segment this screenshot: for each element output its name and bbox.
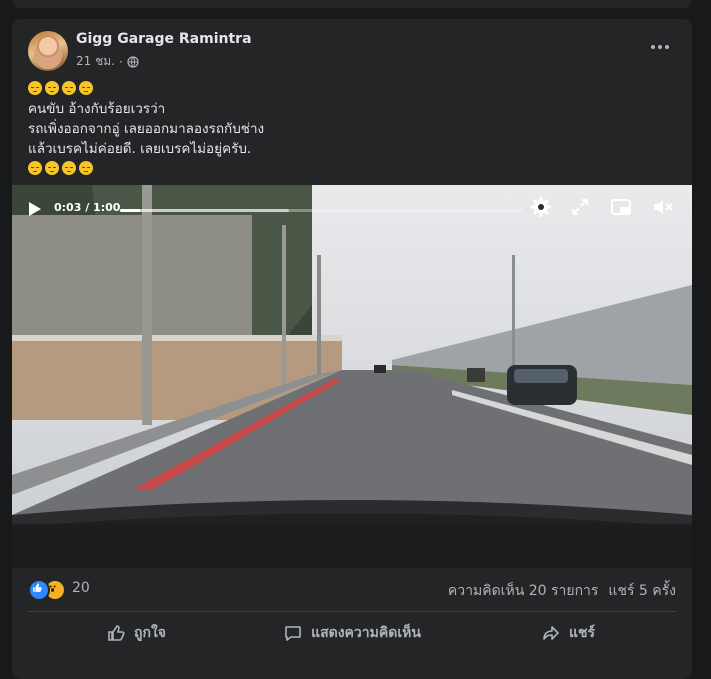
video-time: 0:03 / 1:00 <box>54 201 121 214</box>
picture-in-picture-icon[interactable] <box>610 196 632 218</box>
meta-separator: · <box>118 54 123 69</box>
emoji-row-bottom <box>28 159 264 179</box>
post-time[interactable]: 21 ชม. <box>76 52 115 71</box>
video-frame <box>12 185 692 568</box>
thumbs-up-icon <box>108 625 125 641</box>
share-arrow-icon <box>543 626 559 640</box>
play-icon[interactable] <box>28 201 42 217</box>
sleepy-face-icon <box>79 81 93 95</box>
post-text-line: รถเพิ่งออกจากอู่ เลยออกมาลองรถกับช่าง <box>28 121 265 137</box>
post-meta: 21 ชม. · <box>76 52 139 71</box>
page-name[interactable]: Gigg Garage Ramintra <box>76 31 252 47</box>
comment-label: แสดงความคิดเห็น <box>311 625 421 641</box>
sleepy-face-icon <box>79 161 93 175</box>
comment-button[interactable]: แสดงความคิดเห็น <box>244 615 460 651</box>
post-text-line: แล้วเบรคไม่ค่อยดี. เลยเบรคไม่อยู่ครับ. <box>28 141 252 157</box>
share-button[interactable]: แชร์ <box>460 615 676 651</box>
settings-gear-icon[interactable] <box>530 196 552 218</box>
post-stats: 20 ความคิดเห็น 20 รายการ แชร์ 5 ครั้ง <box>28 577 676 601</box>
share-count[interactable]: แชร์ 5 ครั้ง <box>608 580 676 602</box>
like-reaction-icon[interactable] <box>28 579 50 601</box>
post-text: คนขับ อ้างกับร้อยเวรว่า รถเพิ่งออกจากอู่… <box>28 79 264 179</box>
seek-progress <box>120 209 141 212</box>
seek-buffered <box>120 209 290 212</box>
video-player[interactable]: 0:03 / 1:00 <box>12 185 692 568</box>
fullscreen-icon[interactable] <box>569 196 591 218</box>
sleepy-face-icon <box>28 161 42 175</box>
post-card: Gigg Garage Ramintra 21 ชม. · คนขับ อ้าง… <box>12 19 692 679</box>
more-options-icon[interactable] <box>644 35 676 59</box>
stats-divider <box>28 611 676 612</box>
like-button[interactable]: ถูกใจ <box>28 615 244 651</box>
post-actions: ถูกใจ แสดงความคิดเห็น แชร์ <box>28 615 676 651</box>
sleepy-face-icon <box>28 81 42 95</box>
previous-card-edge <box>12 0 692 8</box>
sleepy-face-icon <box>45 161 59 175</box>
sleepy-face-icon <box>45 81 59 95</box>
reaction-count[interactable]: 20 <box>72 580 90 596</box>
comment-count[interactable]: ความคิดเห็น 20 รายการ <box>448 580 599 602</box>
share-label: แชร์ <box>568 625 596 641</box>
globe-icon <box>127 55 139 68</box>
post-text-line: คนขับ อ้างกับร้อยเวรว่า <box>28 101 166 117</box>
engagement-counts: ความคิดเห็น 20 รายการ แชร์ 5 ครั้ง <box>448 580 676 602</box>
page-avatar[interactable] <box>28 31 68 71</box>
comment-bubble-icon <box>285 626 301 641</box>
like-label: ถูกใจ <box>134 625 166 641</box>
video-seek-bar[interactable] <box>120 209 523 212</box>
sleepy-face-icon <box>62 161 76 175</box>
emoji-row-top <box>28 79 264 99</box>
sleepy-face-icon <box>62 81 76 95</box>
mute-icon[interactable] <box>652 196 674 218</box>
